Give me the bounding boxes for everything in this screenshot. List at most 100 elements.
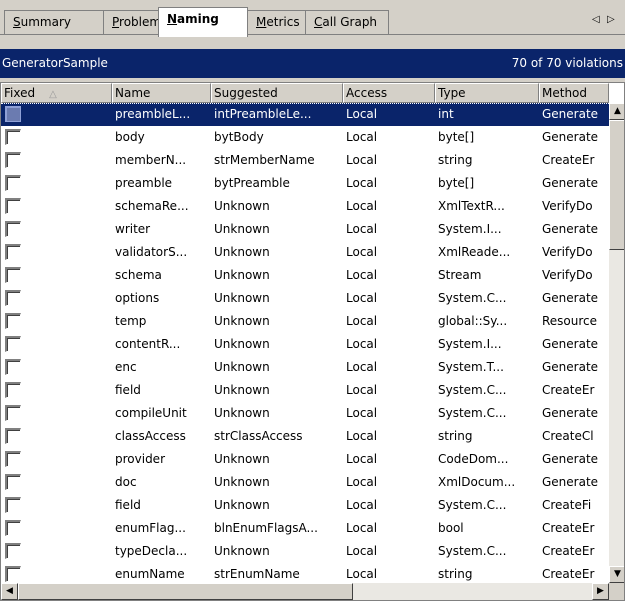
fixed-checkbox[interactable] (5, 152, 21, 168)
tab-naming[interactable]: Naming (158, 7, 248, 37)
horizontal-scroll-thumb[interactable] (18, 583, 353, 600)
cell-access: Local (346, 222, 378, 236)
project-title: GeneratorSample (2, 56, 108, 70)
fixed-checkbox[interactable] (5, 543, 21, 559)
scroll-left-icon[interactable]: ◀ (1, 583, 18, 600)
tab-next-icon[interactable]: ▷ (607, 14, 615, 25)
cell-name: preambleL... (115, 107, 191, 121)
fixed-checkbox[interactable] (5, 267, 21, 283)
tab-naming-label: aming (177, 12, 219, 26)
fixed-checkbox[interactable] (5, 290, 21, 306)
vertical-scrollbar[interactable]: ▲ ▼ (609, 103, 624, 583)
cell-method: Generate (542, 222, 599, 236)
table-row[interactable]: options Unknown Local System.C... Generate (1, 287, 609, 310)
fixed-checkbox[interactable] (5, 382, 21, 398)
cell-access: Local (346, 107, 378, 121)
table-row[interactable]: memberN... strMemberName Local string Create… (1, 149, 609, 172)
cell-method: Generate (542, 360, 599, 374)
fixed-checkbox[interactable] (5, 428, 21, 444)
fixed-checkbox[interactable] (5, 497, 21, 513)
cell-suggested: Unknown (214, 337, 270, 351)
fixed-checkbox[interactable] (5, 359, 21, 375)
fixed-checkbox[interactable] (5, 313, 21, 329)
horizontal-scrollbar[interactable]: ◀ ▶ (1, 583, 609, 600)
cell-type: string (438, 567, 473, 581)
table-row[interactable]: provider Unknown Local CodeDom... Generate (1, 448, 609, 471)
tab-summary[interactable]: Summary (4, 10, 104, 34)
cell-suggested: intPreambleLe... (214, 107, 312, 121)
cell-access: Local (346, 314, 378, 328)
column-header-fixed[interactable]: Fixed △ (1, 83, 112, 103)
table-row[interactable]: preambleL... intPreambleLe... Local int Gene… (1, 103, 609, 126)
tab-call-graph[interactable]: Call Graph (305, 10, 389, 34)
fixed-checkbox[interactable] (5, 566, 21, 582)
table-row[interactable]: doc Unknown Local XmlDocum... Generate (1, 471, 609, 494)
fixed-checkbox[interactable] (5, 175, 21, 191)
vertical-scroll-thumb[interactable] (609, 120, 624, 250)
cell-method: CreateEr (542, 544, 595, 558)
cell-access: Local (346, 429, 378, 443)
column-header-method[interactable]: Method (539, 83, 609, 103)
table-row[interactable]: enumName strEnumName Local string CreateEr (1, 563, 609, 583)
table-row[interactable]: classAccess strClassAccess Local string Crea… (1, 425, 609, 448)
table-row[interactable]: field Unknown Local System.C... CreateEr (1, 379, 609, 402)
cell-method: CreateCl (542, 429, 594, 443)
cell-access: Local (346, 521, 378, 535)
cell-name: contentR... (115, 337, 181, 351)
cell-name: compileUnit (115, 406, 187, 420)
table-row[interactable]: body bytBody Local byte[] Generate (1, 126, 609, 149)
cell-access: Local (346, 291, 378, 305)
table-row[interactable]: typeDecla... Unknown Local System.C... Creat… (1, 540, 609, 563)
cell-type: string (438, 429, 473, 443)
cell-suggested: Unknown (214, 406, 270, 420)
fixed-checkbox[interactable] (5, 198, 21, 214)
table-row[interactable]: preamble bytPreamble Local byte[] Generate (1, 172, 609, 195)
cell-access: Local (346, 567, 378, 581)
cell-method: CreateEr (542, 567, 595, 581)
cell-method: Generate (542, 176, 599, 190)
cell-suggested: Unknown (214, 268, 270, 282)
cell-type: byte[] (438, 176, 475, 190)
fixed-checkbox[interactable] (5, 451, 21, 467)
tab-prev-icon[interactable]: ◁ (592, 14, 600, 25)
table-row[interactable]: schemaRe... Unknown Local XmlTextR... Verify… (1, 195, 609, 218)
column-header-suggested[interactable]: Suggested (211, 83, 343, 103)
table-row[interactable]: field Unknown Local System.C... CreateFi (1, 494, 609, 517)
fixed-checkbox[interactable] (5, 221, 21, 237)
cell-type: System.I... (438, 222, 502, 236)
table-row[interactable]: validatorS... Unknown Local XmlReade... Veri… (1, 241, 609, 264)
column-header-name[interactable]: Name (112, 83, 211, 103)
table-row[interactable]: contentR... Unknown Local System.I... Genera… (1, 333, 609, 356)
cell-access: Local (346, 498, 378, 512)
fixed-checkbox[interactable] (5, 244, 21, 260)
column-header-access[interactable]: Access (343, 83, 435, 103)
tab-divider (0, 34, 625, 35)
fixed-checkbox[interactable] (5, 405, 21, 421)
cell-name: field (115, 383, 141, 397)
cell-access: Local (346, 153, 378, 167)
column-header-row: Fixed △ Name Suggested Access Type Method (1, 83, 624, 103)
violations-list: preambleL... intPreambleLe... Local int Gene… (1, 103, 609, 583)
table-row[interactable]: temp Unknown Local global::Sy... Resource (1, 310, 609, 333)
fixed-checkbox[interactable] (5, 474, 21, 490)
tab-naming-mnemonic: N (167, 12, 178, 26)
cell-suggested: Unknown (214, 475, 270, 489)
table-row[interactable]: enumFlag... blnEnumFlagsA... Local bool Crea… (1, 517, 609, 540)
column-header-type[interactable]: Type (435, 83, 539, 103)
scroll-right-icon[interactable]: ▶ (592, 583, 609, 600)
table-row[interactable]: compileUnit Unknown Local System.C... Genera… (1, 402, 609, 425)
table-row[interactable]: enc Unknown Local System.T... Generate (1, 356, 609, 379)
scroll-down-icon[interactable]: ▼ (609, 566, 624, 583)
fixed-checkbox[interactable] (5, 106, 21, 122)
fixed-checkbox[interactable] (5, 336, 21, 352)
table-row[interactable]: schema Unknown Local Stream VerifyDo (1, 264, 609, 287)
cell-name: enc (115, 360, 137, 374)
tab-metrics[interactable]: Metrics (247, 10, 311, 34)
cell-access: Local (346, 337, 378, 351)
fixed-checkbox[interactable] (5, 520, 21, 536)
scroll-up-icon[interactable]: ▲ (609, 103, 624, 120)
cell-type: bool (438, 521, 464, 535)
tab-summary-label: ummary (20, 15, 71, 29)
table-row[interactable]: writer Unknown Local System.I... Generate (1, 218, 609, 241)
fixed-checkbox[interactable] (5, 129, 21, 145)
